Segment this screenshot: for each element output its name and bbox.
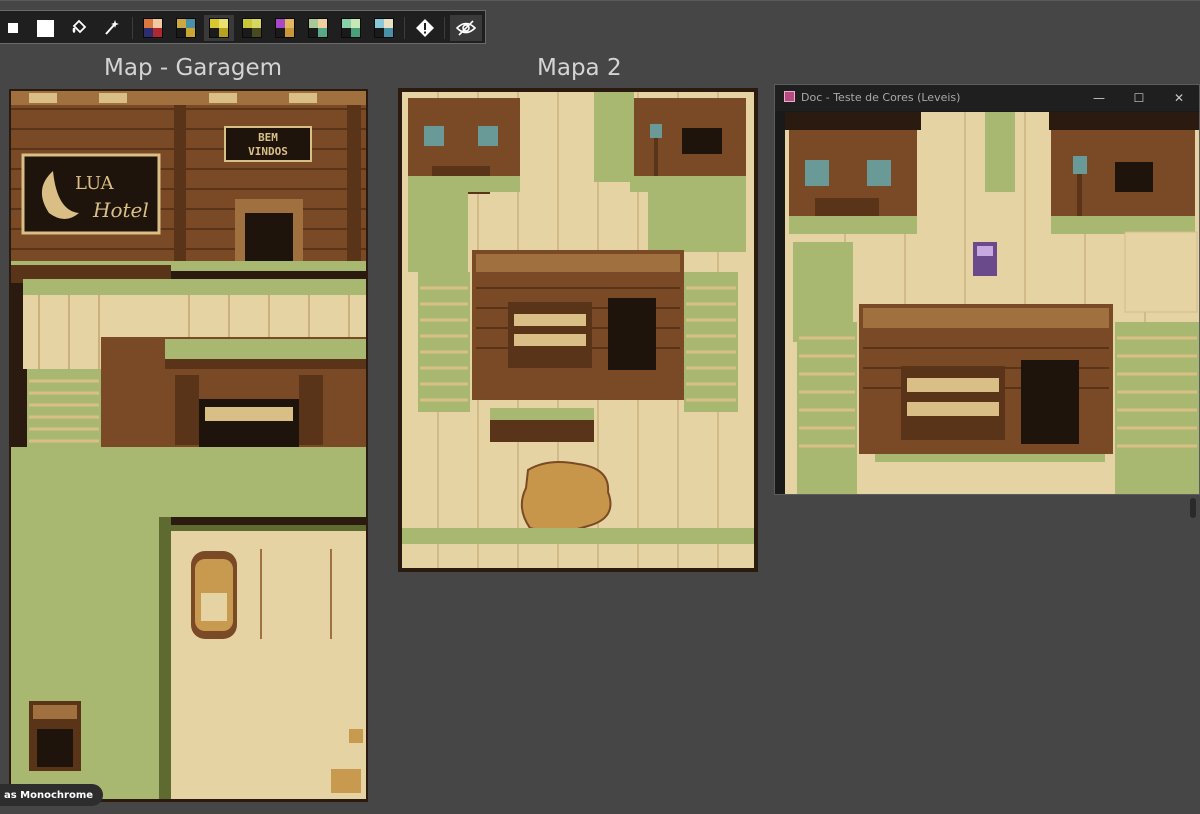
map2-canvas[interactable]	[398, 88, 758, 572]
close-button[interactable]: ✕	[1165, 88, 1193, 108]
doc-window: Doc - Teste de Cores (Leveis) — ☐ ✕	[774, 84, 1200, 495]
top-divider	[0, 0, 1200, 1]
scrollbar-thumb[interactable]	[1190, 498, 1196, 518]
map1-canvas[interactable]: LUA Hotel BEM VINDOS	[9, 89, 368, 802]
palette-swatch-4[interactable]	[237, 15, 267, 41]
minimize-button[interactable]: —	[1085, 88, 1113, 108]
maximize-button[interactable]: ☐	[1125, 88, 1153, 108]
hotel-sign-hotel: Hotel	[92, 198, 149, 222]
warning-diamond-icon[interactable]	[412, 15, 438, 41]
palette-swatch-1[interactable]	[138, 15, 168, 41]
welcome-sign-vindos: VINDOS	[248, 145, 288, 158]
toolbar	[0, 10, 486, 44]
bucket-fill-icon[interactable]	[66, 15, 92, 41]
magic-wand-icon[interactable]	[98, 15, 124, 41]
map2-title: Mapa 2	[537, 55, 622, 81]
palette-swatch-6[interactable]	[303, 15, 333, 41]
hotel-sign-lua: LUA	[75, 173, 115, 194]
white-square-icon[interactable]	[32, 15, 58, 41]
map1-title: Map - Garagem	[104, 55, 283, 81]
doc-window-title: Doc - Teste de Cores (Leveis)	[801, 91, 961, 104]
doc-game-canvas[interactable]	[785, 112, 1199, 494]
palette-swatch-3[interactable]	[204, 15, 234, 41]
app-icon	[784, 91, 795, 102]
welcome-sign-bem: BEM	[258, 131, 278, 144]
palette-swatch-5[interactable]	[270, 15, 300, 41]
palette-swatch-7[interactable]	[336, 15, 366, 41]
status-pill: as Monochrome	[0, 784, 104, 806]
palette-swatch-8[interactable]	[369, 15, 399, 41]
small-square-icon[interactable]	[2, 15, 24, 41]
doc-titlebar[interactable]: Doc - Teste de Cores (Leveis) — ☐ ✕	[775, 85, 1199, 111]
palette-swatch-2[interactable]	[171, 15, 201, 41]
eye-hidden-icon[interactable]	[450, 15, 482, 41]
